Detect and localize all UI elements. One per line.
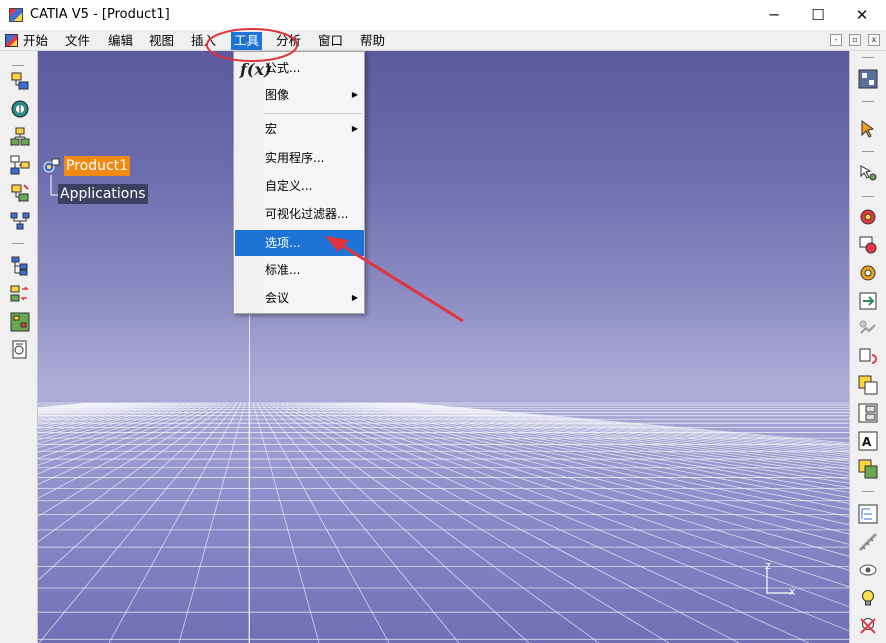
submenu-arrow-icon: ▶ xyxy=(351,293,358,302)
mdi-minimize-button[interactable]: - xyxy=(830,34,842,46)
mdi-close-button[interactable]: x xyxy=(868,34,880,46)
title-bar: CATIA V5 - [Product1] ─ ☐ ✕ xyxy=(0,0,886,30)
catalog-browser-icon[interactable] xyxy=(10,99,30,119)
menu-item-formula-label: 公式... xyxy=(265,61,301,75)
hide-show-icon[interactable] xyxy=(858,560,878,580)
start-menu-icon[interactable] xyxy=(5,34,18,47)
new-component-icon[interactable] xyxy=(10,127,30,147)
toolbar-separator xyxy=(12,65,24,66)
minimize-button[interactable]: ─ xyxy=(752,0,796,30)
product-node-icon[interactable] xyxy=(43,157,61,175)
text-annotation-icon[interactable]: A xyxy=(858,431,878,451)
menu-item-visualization-filter[interactable]: 可视化过滤器... xyxy=(235,203,364,225)
catia-app-icon xyxy=(9,8,23,22)
tree-node-applications[interactable]: Applications xyxy=(58,184,148,204)
quick-constraint-icon[interactable] xyxy=(858,375,878,395)
menu-item-formula[interactable]: f(x) 公式... xyxy=(235,57,364,79)
menu-item-visualization-filter-label: 可视化过滤器... xyxy=(265,207,349,221)
menu-insert[interactable]: 插入 xyxy=(188,32,219,50)
graph-tree-reordering-icon[interactable] xyxy=(10,284,30,304)
menu-item-image[interactable]: 图像 ▶ xyxy=(235,84,364,106)
new-part-icon[interactable] xyxy=(10,183,30,203)
menu-item-image-label: 图像 xyxy=(265,88,290,102)
svg-text:A: A xyxy=(862,435,872,449)
menu-item-standards[interactable]: 标准... xyxy=(235,259,364,281)
menu-item-conference[interactable]: 会议 ▶ xyxy=(235,287,364,309)
window-title: CATIA V5 - [Product1] xyxy=(30,7,170,22)
coincidence-constraint-icon[interactable] xyxy=(858,207,878,227)
select-arrow-icon[interactable] xyxy=(858,119,878,139)
existing-component-icon[interactable] xyxy=(10,211,30,231)
menu-item-options[interactable]: 选项... xyxy=(235,230,364,256)
flag-note-icon[interactable] xyxy=(858,459,878,479)
flexible-rigid-icon[interactable] xyxy=(858,403,878,423)
menu-item-utility[interactable]: 实用程序... xyxy=(235,147,364,169)
tree-root-product1[interactable]: Product1 xyxy=(64,156,131,176)
angle-constraint-icon[interactable] xyxy=(858,291,878,311)
manipulation-icon[interactable] xyxy=(858,163,878,183)
menu-item-standards-label: 标准... xyxy=(265,263,301,277)
update-icon[interactable] xyxy=(858,69,878,89)
menu-separator xyxy=(264,113,362,114)
left-toolbar xyxy=(0,51,38,643)
toolbar-separator xyxy=(862,57,874,58)
fix-component-icon[interactable] xyxy=(858,319,878,339)
toolbar-separator xyxy=(862,491,874,492)
generate-numbering-icon[interactable] xyxy=(10,312,30,332)
contact-constraint-icon[interactable] xyxy=(858,235,878,255)
menu-help[interactable]: 帮助 xyxy=(357,32,388,50)
menu-view[interactable]: 视图 xyxy=(146,32,177,50)
menu-item-utility-label: 实用程序... xyxy=(265,151,325,165)
fix-together-icon[interactable] xyxy=(858,347,878,367)
mdi-restore-button[interactable]: ▫ xyxy=(849,34,861,46)
axis-z-label: z xyxy=(765,559,771,572)
no-light-icon[interactable] xyxy=(858,616,878,636)
right-toolbar: A xyxy=(849,51,886,643)
toolbar-separator xyxy=(862,196,874,197)
menu-item-customize[interactable]: 自定义... xyxy=(235,175,364,197)
bill-of-material-icon[interactable] xyxy=(10,340,30,360)
maximize-button[interactable]: ☐ xyxy=(796,0,840,30)
menu-tools[interactable]: 工具 xyxy=(231,32,263,50)
menu-window[interactable]: 窗口 xyxy=(315,32,346,50)
product-structure-icon[interactable] xyxy=(10,71,30,91)
axis-x-label: x xyxy=(789,585,796,598)
menu-edit[interactable]: 编辑 xyxy=(105,32,136,50)
lightbulb-icon[interactable] xyxy=(858,588,878,608)
replace-component-icon[interactable] xyxy=(10,256,30,276)
menu-file[interactable]: 文件 xyxy=(62,32,93,50)
menu-bar: 开始 文件 编辑 视图 插入 工具 分析 窗口 帮助 - ▫ x xyxy=(0,30,886,51)
tools-dropdown-menu: f(x) 公式... 图像 ▶ 宏 ▶ 实用程序... 自定义... 可视化过滤… xyxy=(233,51,365,314)
menu-item-macro[interactable]: 宏 ▶ xyxy=(235,118,364,140)
3d-viewport[interactable]: Product1 Applications z x xyxy=(38,51,849,643)
ground-grid xyxy=(38,402,849,643)
new-product-icon[interactable] xyxy=(10,155,30,175)
menu-item-customize-label: 自定义... xyxy=(265,179,313,193)
submenu-arrow-icon: ▶ xyxy=(351,90,358,99)
menu-item-options-label: 选项... xyxy=(265,236,301,250)
submenu-arrow-icon: ▶ xyxy=(351,124,358,133)
toolbar-separator xyxy=(12,243,24,244)
menu-item-conference-label: 会议 xyxy=(265,291,290,305)
close-button[interactable]: ✕ xyxy=(840,0,884,30)
toolbar-separator xyxy=(862,151,874,152)
measure-icon[interactable] xyxy=(858,532,878,552)
offset-constraint-icon[interactable] xyxy=(858,263,878,283)
menu-start[interactable]: 开始 xyxy=(20,32,51,50)
spec-tree-icon[interactable] xyxy=(858,504,878,524)
menu-analyze[interactable]: 分析 xyxy=(273,32,304,50)
menu-item-macro-label: 宏 xyxy=(265,122,278,136)
toolbar-separator xyxy=(862,101,874,102)
